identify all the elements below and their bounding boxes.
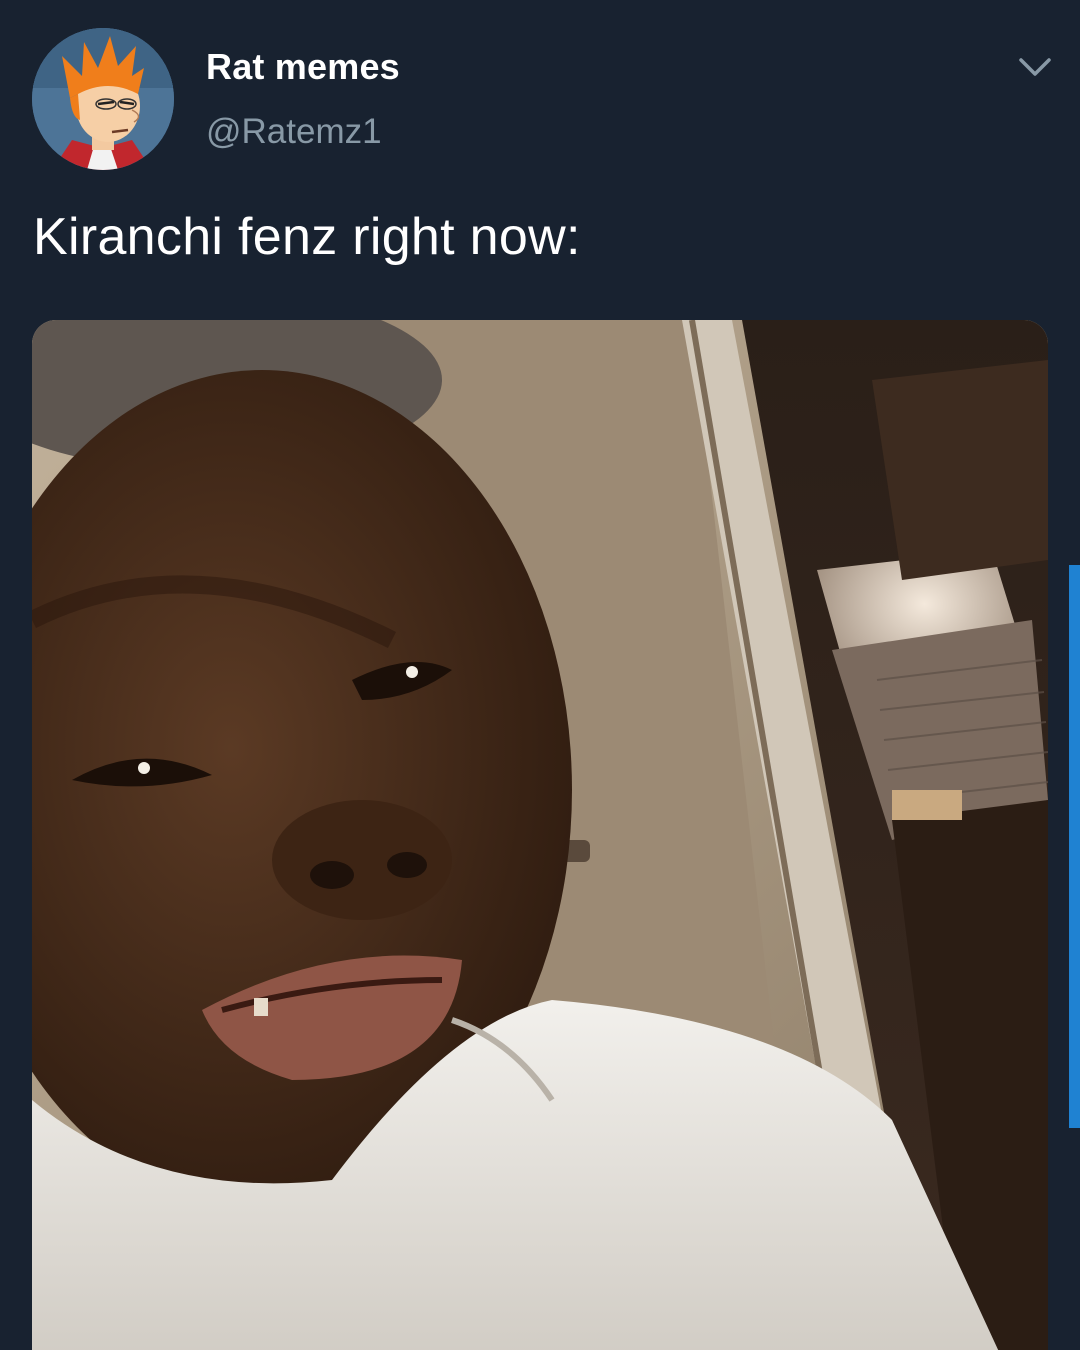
photo-illustration bbox=[32, 320, 1048, 1350]
chevron-down-icon bbox=[1019, 58, 1051, 76]
tweet-card: Rat memes @Ratemz1 Kiranchi fenz right n… bbox=[0, 0, 1080, 1350]
user-handle[interactable]: @Ratemz1 bbox=[206, 112, 382, 152]
scrollbar[interactable] bbox=[1069, 565, 1080, 1128]
display-name[interactable]: Rat memes bbox=[206, 46, 400, 88]
cartoon-avatar-icon bbox=[32, 28, 174, 170]
avatar[interactable] bbox=[32, 28, 174, 170]
tweet-menu-button[interactable] bbox=[1014, 50, 1056, 86]
tweet-photo[interactable] bbox=[32, 320, 1048, 1350]
tweet-text: Kiranchi fenz right now: bbox=[33, 208, 581, 266]
